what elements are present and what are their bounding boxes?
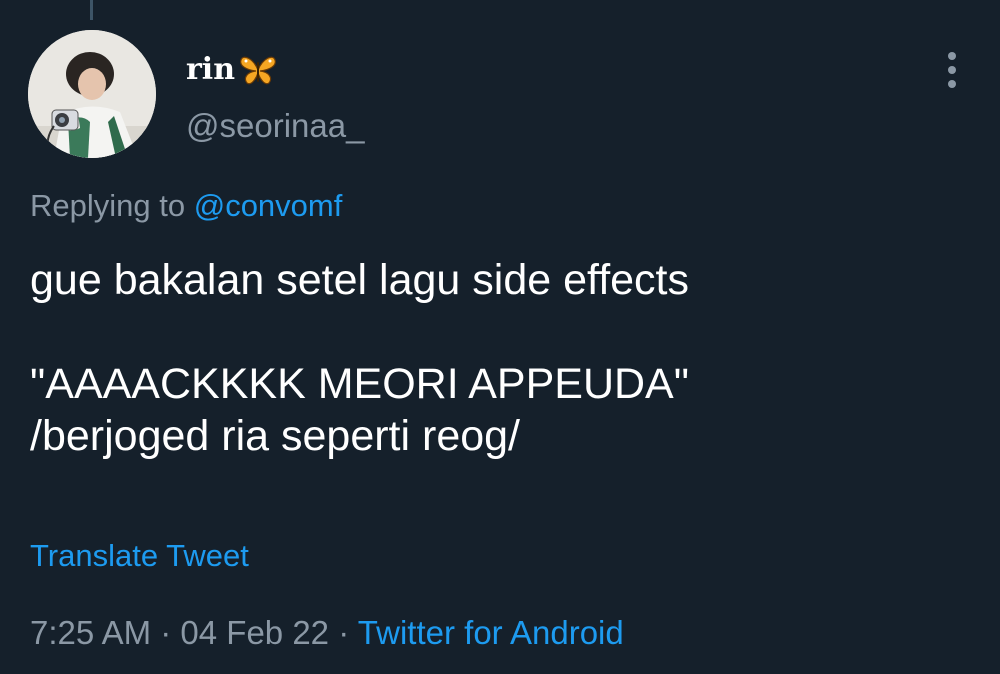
replying-to-line: Replying to @convomf <box>30 186 342 226</box>
replying-to-label: Replying to <box>30 188 186 223</box>
tweet-time[interactable]: 7:25 AM <box>30 614 151 651</box>
display-name[interactable]: rin <box>186 52 235 88</box>
meta-separator: · <box>338 614 350 651</box>
more-options-button[interactable] <box>934 48 970 92</box>
translate-tweet-link[interactable]: Translate Tweet <box>30 536 249 576</box>
author-name[interactable]: rin <box>186 52 277 88</box>
meta-separator: · <box>160 614 172 651</box>
tweet-source-link[interactable]: Twitter for Android <box>358 614 624 651</box>
avatar-photo <box>28 30 156 158</box>
reply-mention-link[interactable]: @convomf <box>194 188 343 223</box>
tweet-text: gue bakalan setel lagu side effects "AAA… <box>30 256 690 460</box>
tweet-metadata: 7:25 AM · 04 Feb 22 · Twitter for Androi… <box>30 612 624 654</box>
tweet-date[interactable]: 04 Feb 22 <box>180 614 329 651</box>
thread-connector-line <box>90 0 93 20</box>
avatar[interactable] <box>28 30 156 158</box>
butterfly-icon <box>240 56 276 85</box>
author-handle[interactable]: @seorinaa_ <box>186 106 364 146</box>
